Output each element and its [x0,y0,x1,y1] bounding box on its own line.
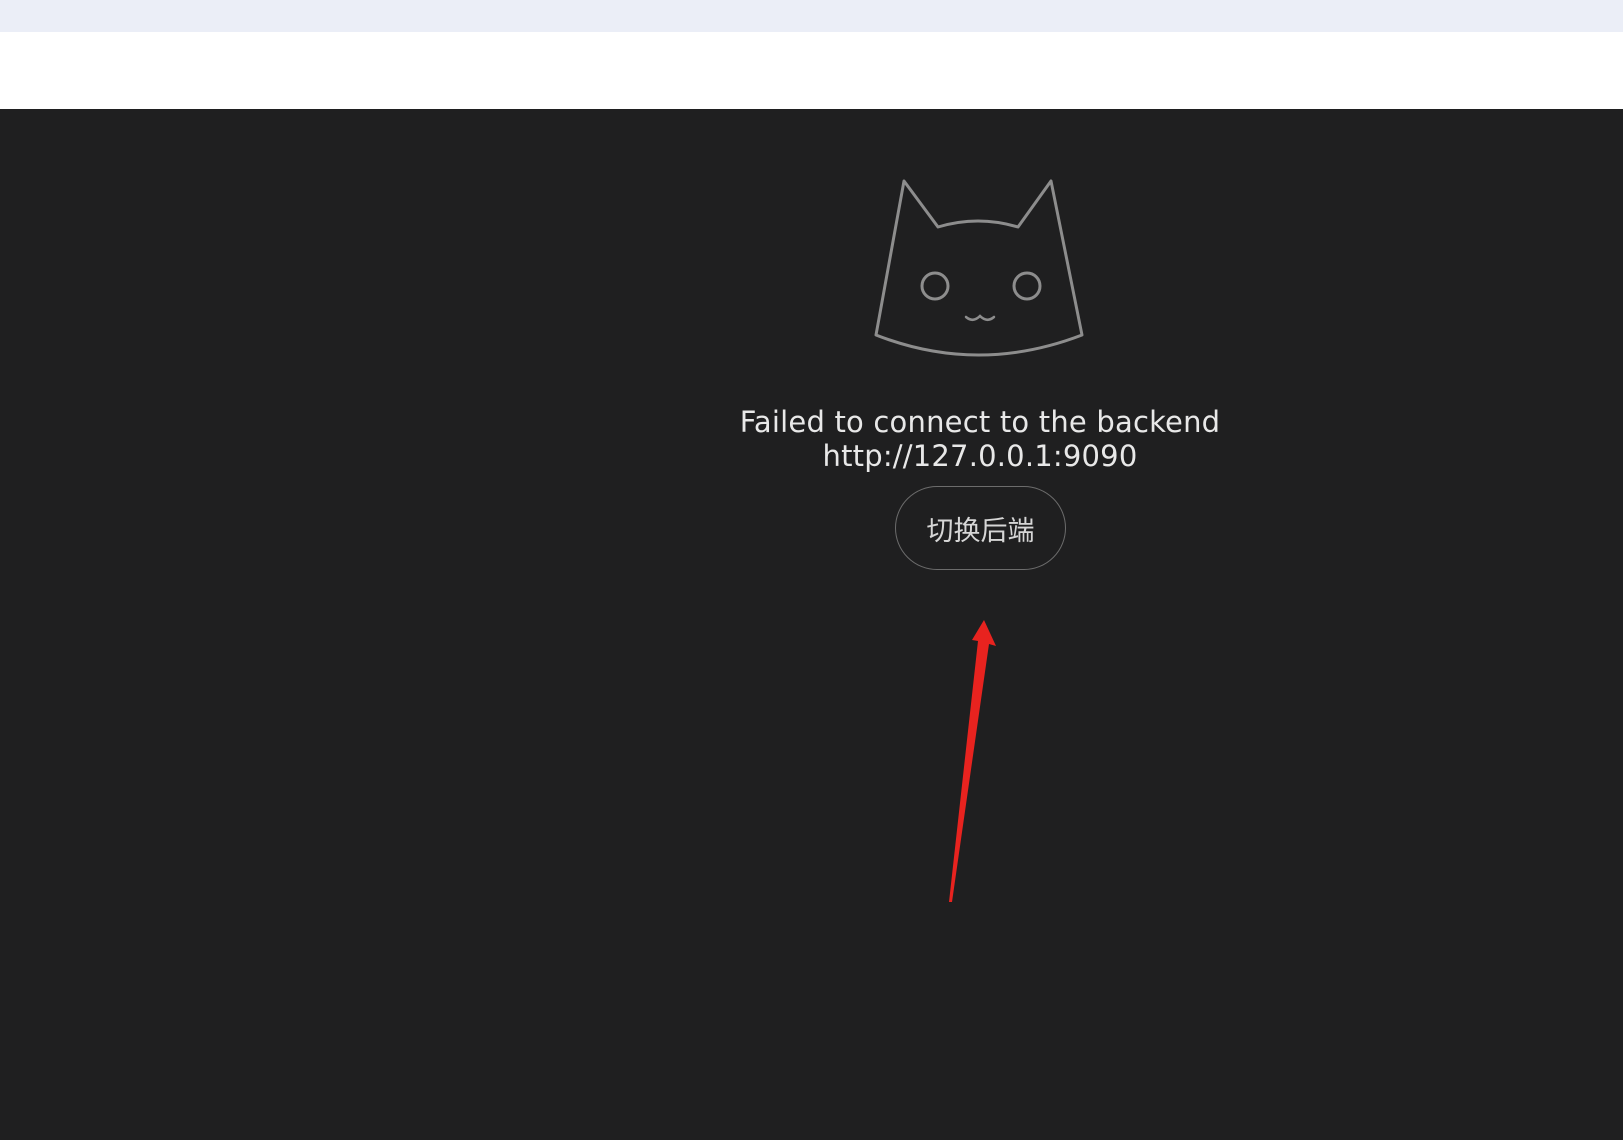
page-header-bar [0,32,1623,109]
switch-backend-button[interactable]: 切换后端 [895,486,1066,570]
app-content-area [0,109,1623,1140]
error-message: Failed to connect to the backend http://… [739,405,1221,473]
cat-face-icon [874,179,1084,357]
browser-top-strip [0,0,1623,32]
